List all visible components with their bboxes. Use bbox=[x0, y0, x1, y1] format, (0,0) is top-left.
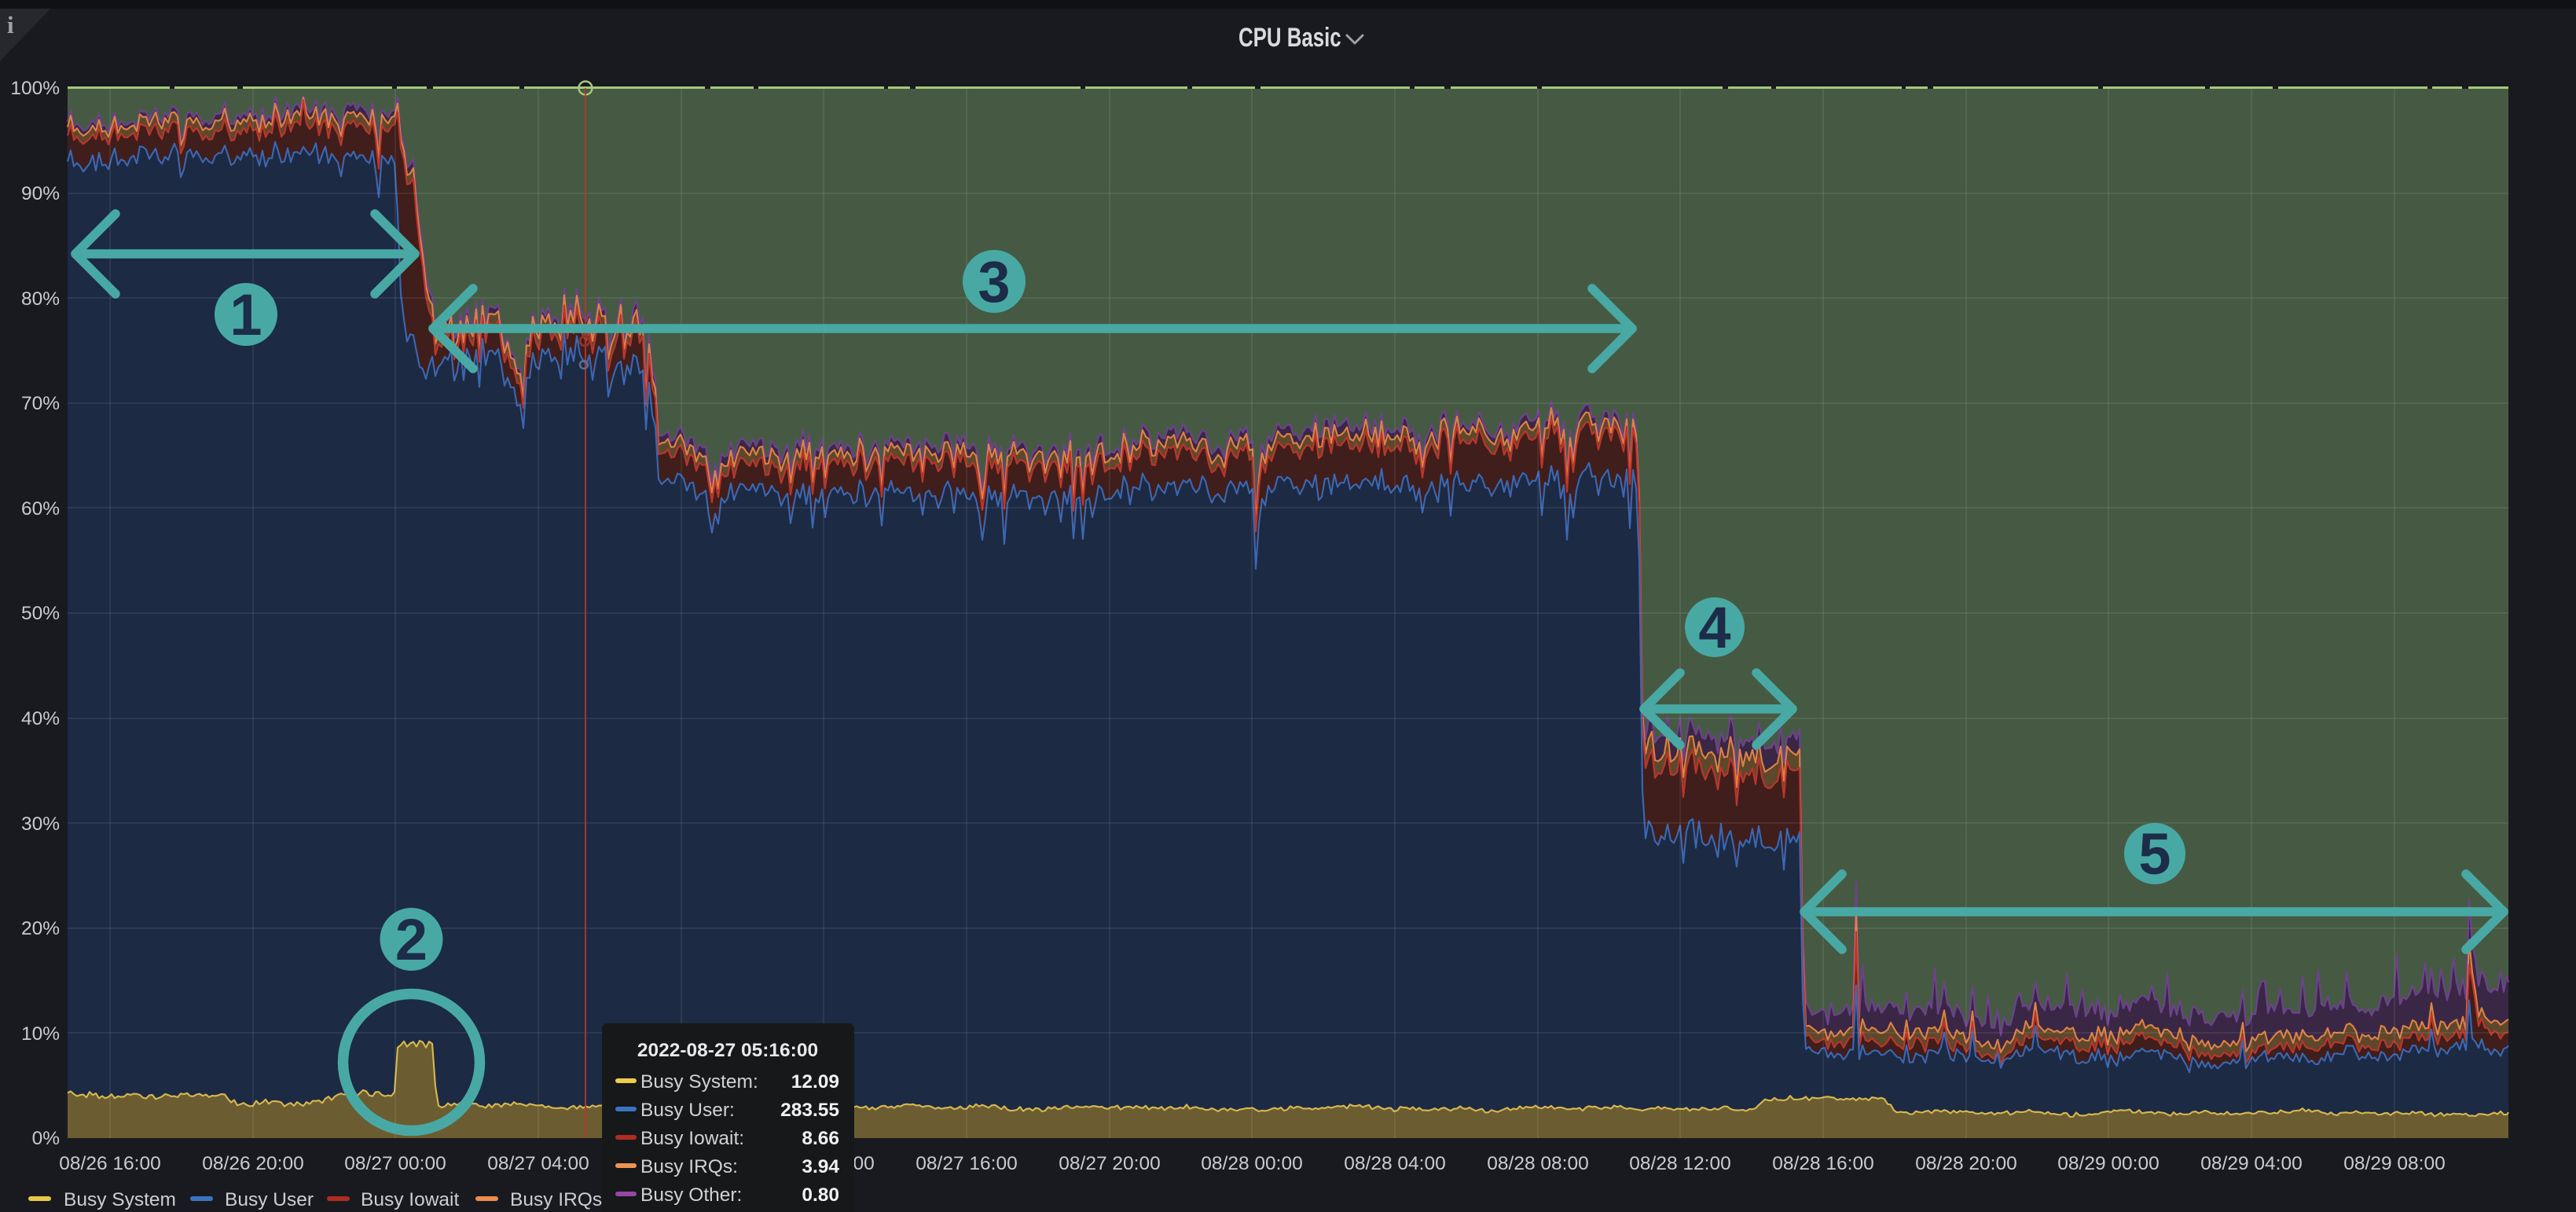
svg-text:8.66: 8.66 bbox=[802, 1128, 839, 1149]
svg-text:Busy System:: Busy System: bbox=[640, 1071, 758, 1093]
svg-text:50%: 50% bbox=[21, 603, 60, 624]
svg-text:08/26 20:00: 08/26 20:00 bbox=[202, 1153, 303, 1174]
svg-text:08/29 08:00: 08/29 08:00 bbox=[2343, 1153, 2445, 1174]
svg-text:12.09: 12.09 bbox=[791, 1071, 839, 1093]
svg-text:08/28 20:00: 08/28 20:00 bbox=[1915, 1153, 2016, 1174]
svg-text:10%: 10% bbox=[21, 1023, 60, 1045]
svg-text:30%: 30% bbox=[21, 814, 60, 835]
svg-text:0.80: 0.80 bbox=[802, 1184, 839, 1206]
svg-text:08/28 04:00: 08/28 04:00 bbox=[1344, 1153, 1445, 1174]
svg-text:20%: 20% bbox=[21, 918, 60, 939]
svg-text:4: 4 bbox=[1698, 595, 1730, 660]
svg-text:70%: 70% bbox=[21, 393, 60, 414]
svg-text:08/29 00:00: 08/29 00:00 bbox=[2057, 1153, 2159, 1174]
svg-text:Busy Iowait:: Busy Iowait: bbox=[640, 1128, 744, 1149]
svg-text:08/29 04:00: 08/29 04:00 bbox=[2200, 1153, 2302, 1174]
svg-text:2022-08-27 05:16:00: 2022-08-27 05:16:00 bbox=[637, 1040, 818, 1061]
svg-text:i: i bbox=[7, 11, 14, 39]
svg-text:Busy User:: Busy User: bbox=[640, 1100, 735, 1121]
svg-text:80%: 80% bbox=[21, 288, 60, 310]
svg-text:08/26 16:00: 08/26 16:00 bbox=[59, 1153, 160, 1174]
svg-text:3.94: 3.94 bbox=[802, 1156, 839, 1177]
svg-text:3: 3 bbox=[978, 249, 1010, 314]
svg-text:08/27 20:00: 08/27 20:00 bbox=[1059, 1153, 1160, 1174]
svg-text:40%: 40% bbox=[21, 708, 60, 729]
svg-text:Busy User: Busy User bbox=[225, 1189, 314, 1210]
svg-text:Busy System: Busy System bbox=[64, 1189, 176, 1210]
svg-text:Busy IRQs:: Busy IRQs: bbox=[640, 1156, 738, 1177]
svg-text:5: 5 bbox=[2138, 821, 2171, 887]
svg-text:08/28 00:00: 08/28 00:00 bbox=[1201, 1153, 1302, 1174]
svg-text:Busy Other:: Busy Other: bbox=[640, 1184, 742, 1206]
svg-text:08/28 12:00: 08/28 12:00 bbox=[1629, 1153, 1730, 1174]
svg-text:Busy Iowait: Busy Iowait bbox=[361, 1189, 459, 1210]
svg-text:CPU Basic: CPU Basic bbox=[1238, 24, 1341, 53]
svg-text:08/27 00:00: 08/27 00:00 bbox=[344, 1153, 446, 1174]
svg-text:2: 2 bbox=[395, 907, 427, 972]
svg-text:Busy IRQs: Busy IRQs bbox=[510, 1189, 602, 1210]
svg-text:08/28 16:00: 08/28 16:00 bbox=[1772, 1153, 1873, 1174]
svg-text:100%: 100% bbox=[10, 78, 60, 99]
svg-text:08/28 08:00: 08/28 08:00 bbox=[1487, 1153, 1588, 1174]
svg-text:08/27 04:00: 08/27 04:00 bbox=[487, 1153, 589, 1174]
svg-text:1: 1 bbox=[229, 282, 262, 347]
svg-text:08/27 16:00: 08/27 16:00 bbox=[916, 1153, 1017, 1174]
svg-text:283.55: 283.55 bbox=[780, 1100, 839, 1121]
svg-text:60%: 60% bbox=[21, 498, 60, 520]
svg-text:90%: 90% bbox=[21, 183, 60, 204]
svg-text:0%: 0% bbox=[32, 1128, 60, 1149]
